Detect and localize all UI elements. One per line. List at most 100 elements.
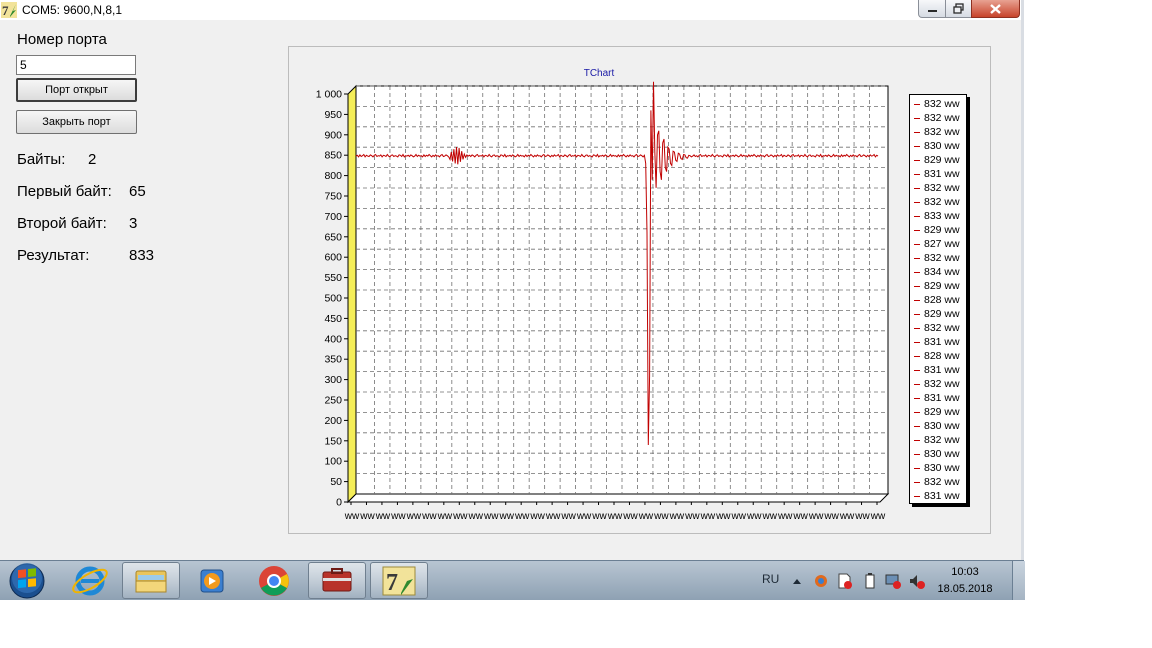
- window-title: COM5: 9600,N,8,1: [22, 3, 123, 17]
- clock-date[interactable]: 18.05.2018: [930, 583, 1000, 595]
- plot-left-wall: [347, 84, 357, 504]
- x-tick-label: ww: [498, 511, 514, 522]
- x-tick-label: ww: [870, 511, 886, 522]
- legend-item: 830 ww: [914, 139, 960, 153]
- y-tick-label: 450: [324, 313, 342, 325]
- x-tick-label: ww: [823, 511, 839, 522]
- legend-swatch: [914, 103, 920, 105]
- legend-item: 833 ww: [914, 209, 960, 223]
- y-tick-label: 950: [324, 109, 342, 121]
- legend-swatch: [914, 215, 920, 217]
- legend-label: 832 ww: [924, 98, 960, 110]
- x-tick-label: ww: [483, 511, 499, 522]
- legend-swatch: [914, 243, 920, 245]
- legend-swatch: [914, 187, 920, 189]
- taskbar-media-player[interactable]: [183, 562, 241, 599]
- legend-label: 829 ww: [924, 280, 960, 292]
- legend-swatch: [914, 285, 920, 287]
- action-center-icon[interactable]: [836, 572, 854, 590]
- legend-label: 827 ww: [924, 238, 960, 250]
- legend-label: 829 ww: [924, 308, 960, 320]
- port-number-input[interactable]: [16, 55, 136, 75]
- legend-swatch: [914, 299, 920, 301]
- x-tick-label: ww: [638, 511, 654, 522]
- legend-swatch: [914, 439, 920, 441]
- legend-item: 831 ww: [914, 363, 960, 377]
- legend-swatch: [914, 313, 920, 315]
- media-player-icon: [200, 569, 224, 593]
- legend-label: 832 ww: [924, 196, 960, 208]
- legend-item: 829 ww: [914, 279, 960, 293]
- y-tick-label: 500: [324, 293, 342, 305]
- legend-swatch: [914, 173, 920, 175]
- plot-area: [346, 84, 890, 504]
- close-button[interactable]: [971, 0, 1020, 18]
- legend-swatch: [914, 117, 920, 119]
- taskbar-internet-explorer[interactable]: [61, 562, 119, 599]
- restore-icon: [953, 3, 964, 14]
- legend-item: 832 ww: [914, 321, 960, 335]
- legend-item: 832 ww: [914, 251, 960, 265]
- volume-muted-icon[interactable]: [908, 572, 926, 590]
- taskbar-toolbox-app[interactable]: [308, 562, 366, 599]
- legend-swatch: [914, 257, 920, 259]
- restore-button[interactable]: [945, 0, 972, 18]
- y-tick-label: 750: [324, 191, 342, 203]
- battery-icon[interactable]: [862, 572, 878, 590]
- y-tick-label: 150: [324, 435, 342, 447]
- delphi-app-icon: 7: [1, 2, 17, 18]
- plot-floor: [346, 493, 890, 503]
- legend-label: 828 ww: [924, 294, 960, 306]
- first-byte-value: 65: [129, 183, 146, 200]
- result-value: 833: [129, 247, 155, 264]
- x-tick-label: ww: [669, 511, 685, 522]
- legend-item: 832 ww: [914, 125, 960, 139]
- minimize-icon: [928, 10, 937, 12]
- internet-explorer-icon: [72, 566, 108, 596]
- start-orb-icon: [9, 563, 45, 599]
- y-tick-label: 850: [324, 150, 342, 162]
- second-byte-value: 3: [129, 215, 138, 232]
- x-tick-label: ww: [792, 511, 808, 522]
- tray-app-icon[interactable]: [812, 572, 830, 590]
- x-tick-label: ww: [545, 511, 561, 522]
- x-tick-label: ww: [576, 511, 592, 522]
- legend-label: 832 ww: [924, 434, 960, 446]
- show-hidden-icons-icon[interactable]: [790, 575, 804, 587]
- minimize-button[interactable]: [918, 0, 946, 18]
- x-tick-label: ww: [344, 511, 360, 522]
- show-desktop-button[interactable]: [1012, 561, 1025, 600]
- first-byte-label: Первый байт:: [17, 183, 112, 200]
- legend-item: 829 ww: [914, 153, 960, 167]
- title-bar[interactable]: 7 COM5: 9600,N,8,1: [0, 0, 1024, 20]
- legend-label: 831 ww: [924, 168, 960, 180]
- close-port-button[interactable]: Закрыть порт: [16, 110, 137, 134]
- taskbar-file-explorer[interactable]: [122, 562, 180, 599]
- language-indicator[interactable]: RU: [762, 572, 779, 586]
- legend-label: 832 ww: [924, 126, 960, 138]
- clock-time[interactable]: 10:03: [930, 566, 1000, 578]
- y-tick-label: 800: [324, 170, 342, 182]
- network-icon[interactable]: [884, 572, 902, 590]
- start-button[interactable]: [0, 562, 58, 599]
- second-byte-label: Второй байт:: [17, 215, 107, 232]
- taskbar-delphi-app[interactable]: 7: [370, 562, 428, 599]
- legend-item: 828 ww: [914, 293, 960, 307]
- taskbar-chrome[interactable]: [244, 562, 302, 599]
- x-tick-label: ww: [700, 511, 716, 522]
- y-tick-label: 200: [324, 415, 342, 427]
- window-border: [1021, 0, 1024, 560]
- delphi-app-icon: 7: [382, 566, 416, 596]
- x-tick-label: ww: [468, 511, 484, 522]
- x-tick-label: ww: [854, 511, 870, 522]
- legend-label: 832 ww: [924, 322, 960, 334]
- legend-item: 832 ww: [914, 97, 960, 111]
- legend-item: 831 ww: [914, 489, 960, 503]
- legend-item: 832 ww: [914, 195, 960, 209]
- legend-label: 831 ww: [924, 364, 960, 376]
- legend-item: 832 ww: [914, 433, 960, 447]
- legend-label: 831 ww: [924, 392, 960, 404]
- port-open-button[interactable]: Порт открыт: [16, 78, 137, 102]
- legend-item: 830 ww: [914, 447, 960, 461]
- x-tick-label: ww: [715, 511, 731, 522]
